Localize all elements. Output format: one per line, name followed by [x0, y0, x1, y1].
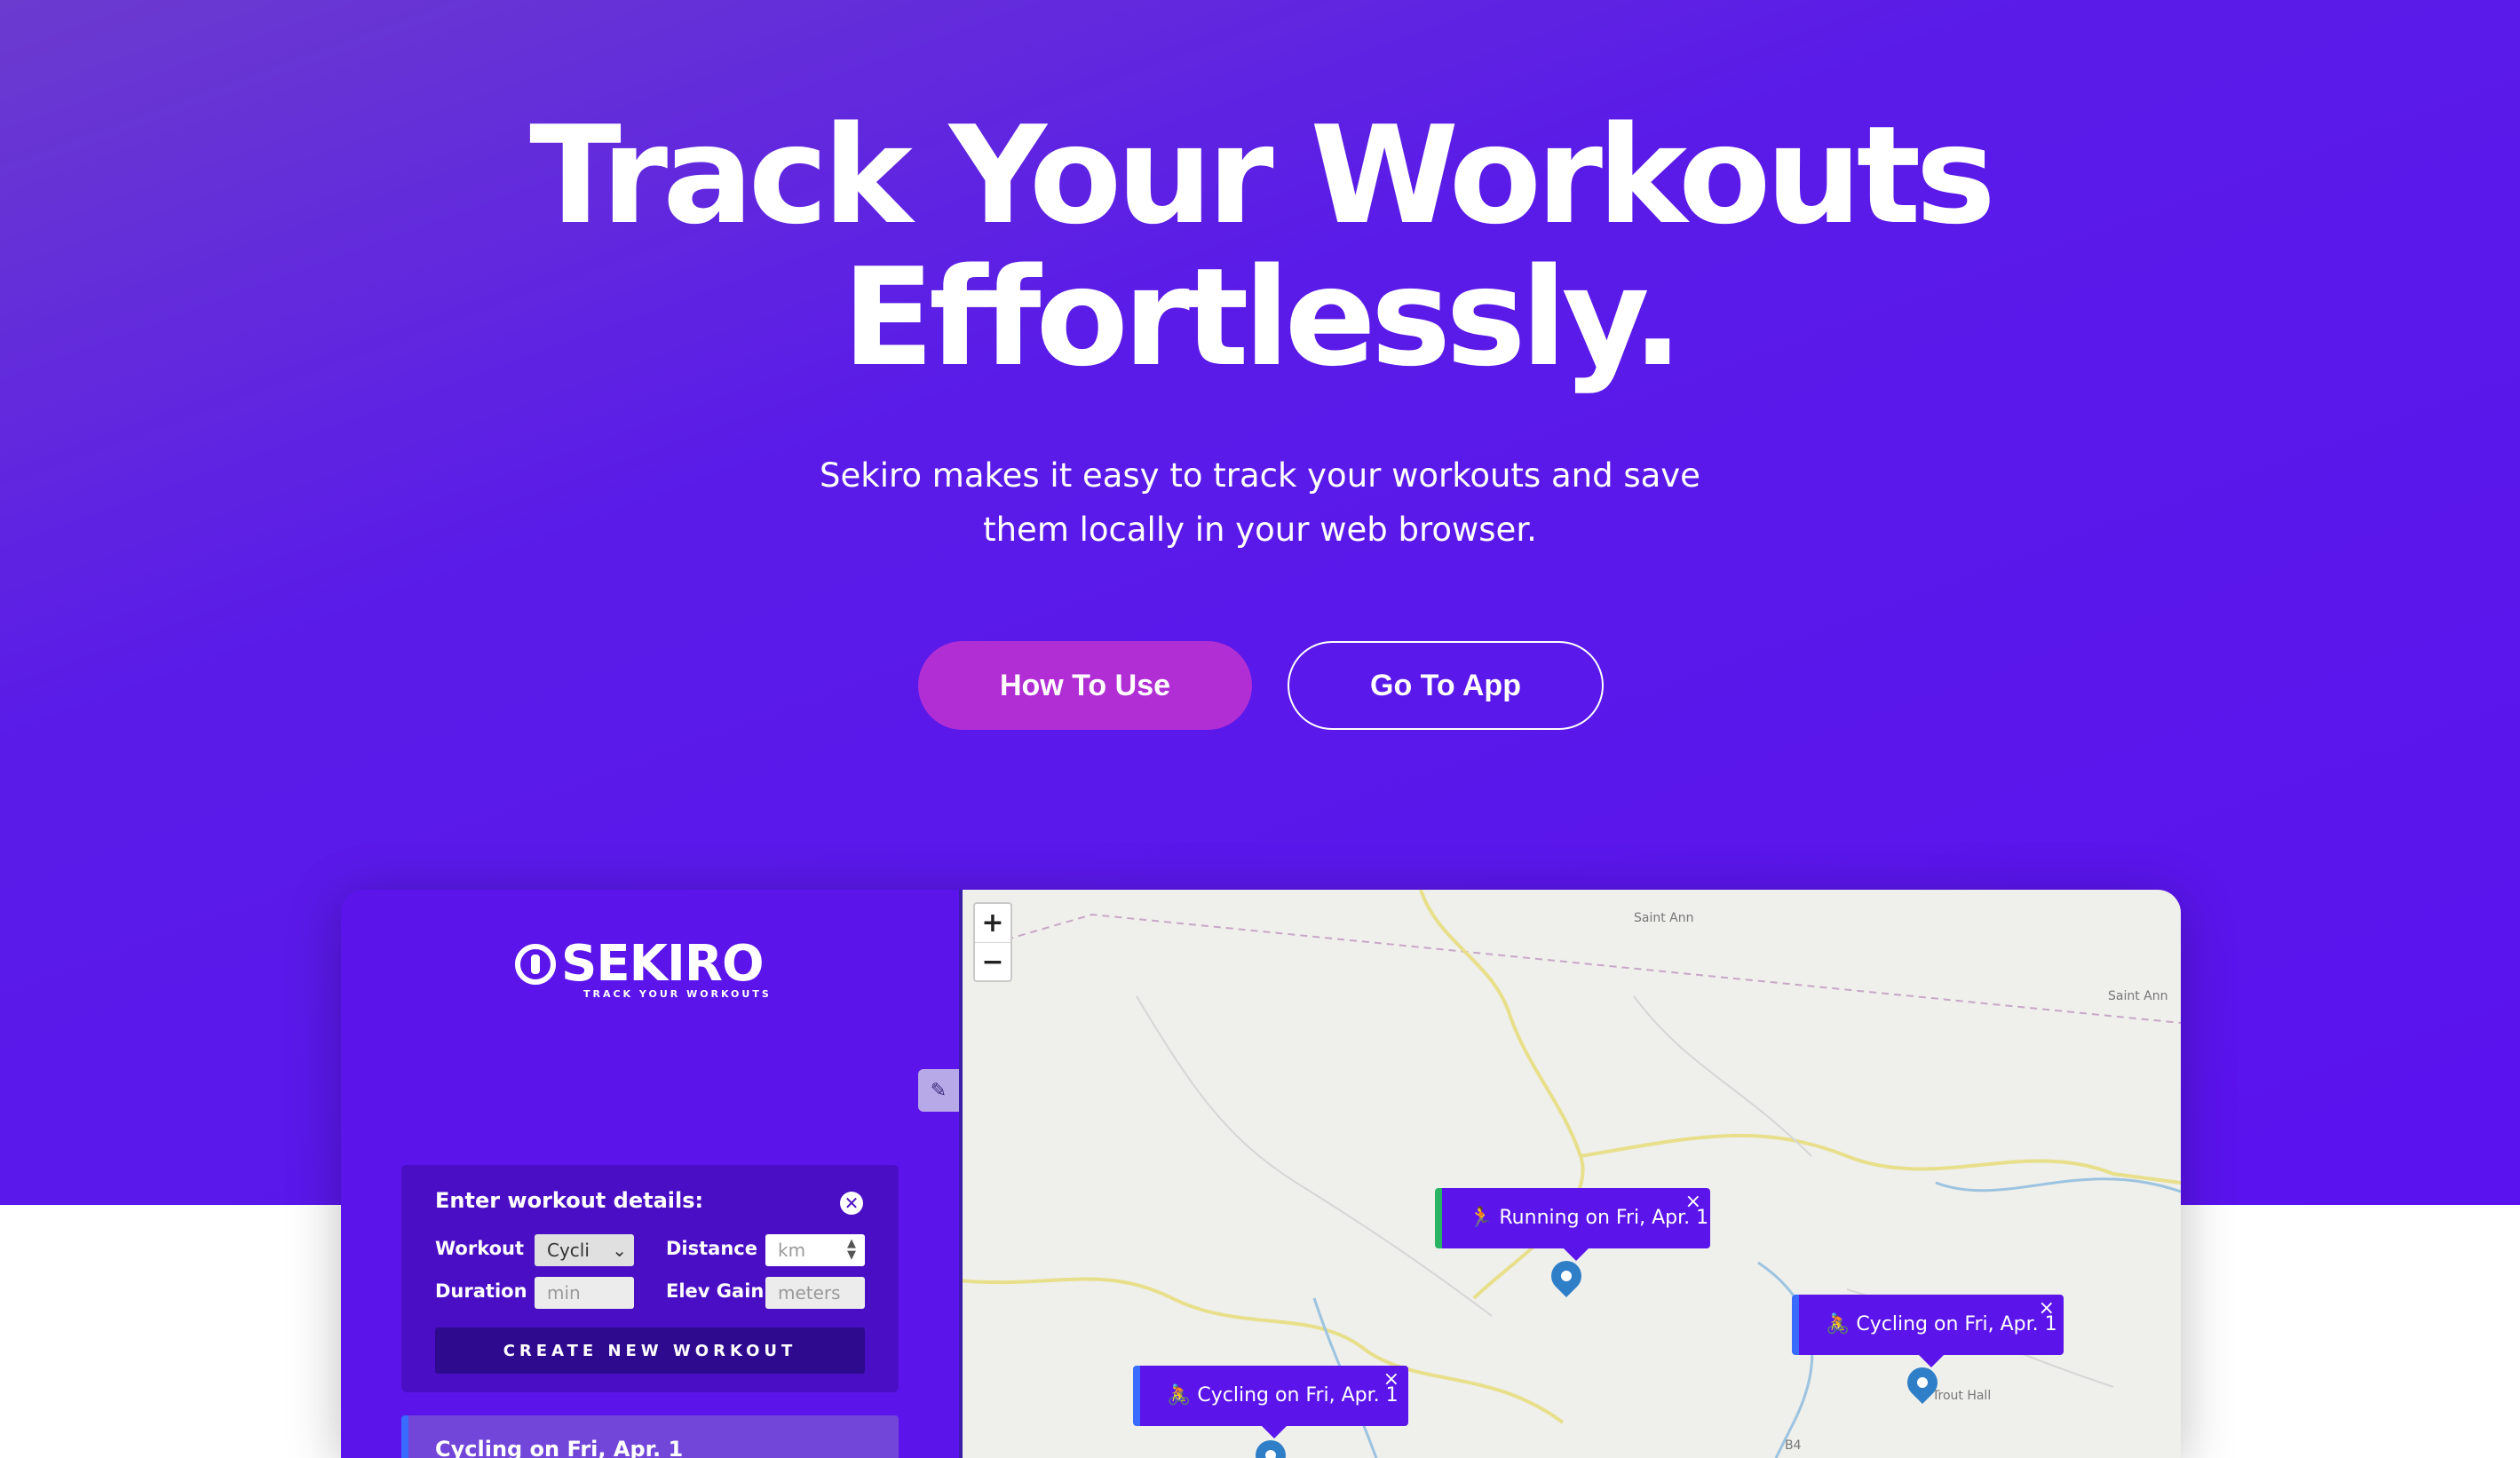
popup-label: 🚴 Cycling on Fri, Apr. 1: [1826, 1313, 2057, 1335]
workout-list-item-title: Cycling on Fri, Apr. 1: [435, 1437, 684, 1458]
popup-label: 🚴 Cycling on Fri, Apr. 1: [1167, 1384, 1399, 1406]
workout-label: Workout: [435, 1238, 525, 1259]
hero-title: Track Your Workouts Effortlessly.: [0, 105, 2520, 389]
how-to-use-button[interactable]: How To Use: [918, 641, 1252, 730]
hero-subtitle-line1: Sekiro makes it easy to track your worko…: [820, 456, 1700, 495]
create-workout-button[interactable]: CREATE NEW WORKOUT: [435, 1327, 865, 1374]
chevron-down-icon: ⌄: [612, 1240, 627, 1261]
popup-close-icon[interactable]: ×: [2039, 1279, 2055, 1339]
distance-field[interactable]: km ▲ ▼: [765, 1234, 865, 1266]
duration-placeholder: min: [547, 1282, 581, 1303]
map-divider: [959, 890, 963, 1458]
form-title: Enter workout details:: [435, 1188, 704, 1213]
duration-label: Duration: [435, 1280, 527, 1302]
map-label: B4: [1785, 1438, 1802, 1453]
map-label: Saint Ann: [2108, 989, 2168, 1003]
map-popup-cycling[interactable]: 🚴 Cycling on Fri, Apr. 1 ×: [1792, 1295, 2064, 1367]
map-popup-cycling[interactable]: 🚴 Cycling on Fri, Apr. 1 ×: [1133, 1366, 1408, 1438]
duration-field[interactable]: min: [535, 1277, 634, 1309]
map-popup-running[interactable]: 🏃 Running on Fri, Apr. 1 ×: [1435, 1188, 1710, 1261]
elev-gain-label: Elev Gain: [666, 1280, 765, 1302]
go-to-app-button[interactable]: Go To App: [1288, 641, 1604, 730]
map-view[interactable]: + − Saint Ann Saint Ann Trout Hall B4 🏃 …: [959, 890, 2181, 1458]
form-close-icon[interactable]: ✕: [840, 1192, 863, 1215]
zoom-in-button[interactable]: +: [975, 904, 1010, 942]
sidebar-panel: SEKIRO TRACK YOUR WORKOUTS Enter workout…: [341, 890, 959, 1458]
distance-label: Distance: [666, 1238, 757, 1259]
elev-gain-field[interactable]: meters: [765, 1277, 865, 1309]
popup-label: 🏃 Running on Fri, Apr. 1: [1469, 1207, 1709, 1229]
zoom-control: + −: [973, 902, 1012, 982]
sidebar-toggle-button[interactable]: ✎: [918, 1069, 959, 1112]
logo-tagline: TRACK YOUR WORKOUTS: [583, 988, 772, 1000]
popup-close-icon[interactable]: ×: [1383, 1350, 1399, 1410]
hero-title-line1: Track Your Workouts: [529, 97, 1996, 254]
stepper-icon[interactable]: ▲ ▼: [847, 1238, 856, 1261]
popup-close-icon[interactable]: ×: [1685, 1172, 1701, 1232]
workout-type-select[interactable]: Cycli ⌄: [535, 1234, 634, 1266]
map-label: Saint Ann: [1634, 911, 1694, 925]
brush-icon: ✎: [930, 1079, 947, 1102]
map-label: Trout Hall: [1932, 1389, 1992, 1403]
sekiro-logo: SEKIRO: [515, 935, 765, 993]
hero-title-line2: Effortlessly.: [842, 239, 1683, 396]
hero-subtitle-line2: them locally in your web browser.: [983, 511, 1537, 549]
workout-form: Enter workout details: ✕ Workout Cycli ⌄…: [401, 1165, 899, 1392]
sekiro-logo-icon: [515, 944, 556, 985]
distance-placeholder: km: [778, 1240, 806, 1261]
elev-gain-placeholder: meters: [778, 1282, 841, 1303]
hero-subtitle: Sekiro makes it easy to track your worko…: [0, 448, 2520, 557]
logo-text: SEKIRO: [561, 935, 765, 993]
zoom-out-button[interactable]: −: [975, 942, 1010, 980]
app-preview: SEKIRO TRACK YOUR WORKOUTS Enter workout…: [341, 890, 2181, 1458]
workout-list-item[interactable]: Cycling on Fri, Apr. 1: [401, 1415, 899, 1458]
workout-type-value: Cycli: [547, 1240, 590, 1261]
